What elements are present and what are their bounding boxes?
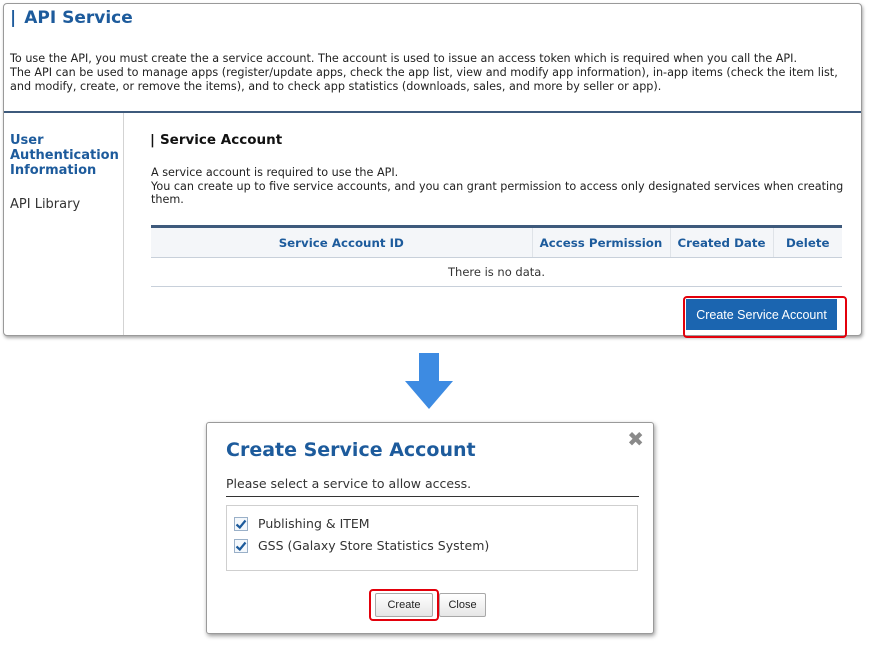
column-header-created-date: Created Date	[670, 225, 774, 258]
page-intro: To use the API, you must create the a se…	[10, 52, 860, 94]
page-title: | API Service	[10, 8, 133, 28]
service-label: Publishing & ITEM	[258, 516, 370, 531]
section-desc-line-2: You can create up to five service accoun…	[151, 179, 844, 207]
checkmark-icon	[235, 541, 247, 551]
section-description: A service account is required to use the…	[151, 166, 851, 207]
column-header-delete: Delete	[773, 225, 842, 258]
create-service-account-button[interactable]: Create Service Account	[686, 299, 837, 330]
service-account-table: Service Account ID Access Permission Cre…	[151, 225, 842, 287]
dialog-divider	[226, 496, 639, 497]
api-service-panel: | API Service To use the API, you must cr…	[3, 3, 862, 336]
table-row: There is no data.	[151, 257, 842, 287]
close-button[interactable]: Close	[439, 593, 486, 617]
empty-table-message: There is no data.	[151, 257, 842, 287]
section-title: | Service Account	[150, 132, 283, 148]
create-button[interactable]: Create	[375, 593, 433, 617]
dialog-description: Please select a service to allow access.	[226, 476, 472, 491]
sidebar-item-user-authentication-information[interactable]: User Authentication Information	[10, 133, 122, 178]
column-header-access-permission: Access Permission	[532, 225, 671, 258]
checkmark-icon	[235, 519, 247, 529]
column-header-service-account-id: Service Account ID	[151, 225, 533, 258]
service-option-publishing-item[interactable]: Publishing & ITEM	[234, 516, 370, 531]
table-header-row: Service Account ID Access Permission Cre…	[151, 225, 842, 258]
sidebar: User Authentication Information API Libr…	[4, 113, 124, 335]
section-desc-line-1: A service account is required to use the…	[151, 166, 399, 179]
down-arrow-icon	[405, 353, 453, 409]
service-label: GSS (Galaxy Store Statistics System)	[258, 538, 490, 553]
intro-line-2: The API can be used to manage apps (regi…	[10, 66, 838, 93]
intro-line-1: To use the API, you must create the a se…	[10, 52, 798, 65]
dialog-title: Create Service Account	[226, 439, 476, 461]
header-divider	[4, 111, 861, 113]
sidebar-item-api-library[interactable]: API Library	[10, 197, 80, 212]
gss-checkbox[interactable]	[234, 538, 248, 553]
close-icon[interactable]: ✖	[627, 429, 644, 449]
service-list: Publishing & ITEM GSS (Galaxy Store Stat…	[226, 505, 638, 571]
service-option-gss[interactable]: GSS (Galaxy Store Statistics System)	[234, 538, 489, 553]
create-service-account-dialog: Create Service Account ✖ Please select a…	[206, 422, 654, 634]
publishing-item-checkbox[interactable]	[234, 516, 248, 531]
